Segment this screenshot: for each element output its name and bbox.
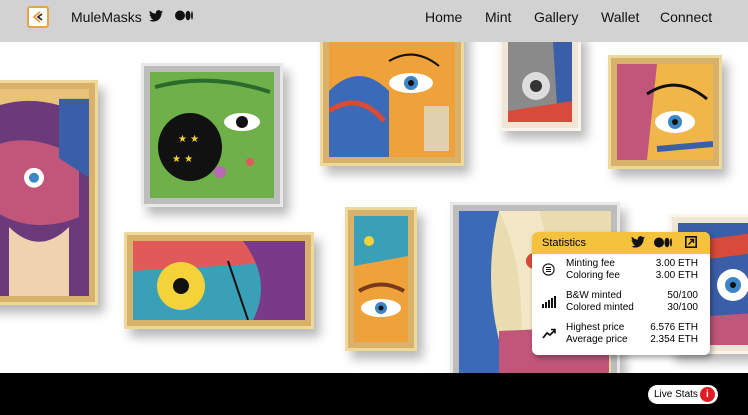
artwork-image	[617, 64, 713, 160]
nav-home[interactable]: Home	[425, 9, 462, 25]
logo-icon	[32, 11, 43, 23]
artwork-frame[interactable]	[608, 55, 722, 169]
stat-label: Minting fee	[566, 258, 615, 269]
list-icon	[542, 263, 555, 276]
stat-label: Coloring fee	[566, 270, 620, 281]
brand-name[interactable]: MuleMasks	[71, 9, 142, 25]
twitter-icon[interactable]	[149, 10, 163, 22]
artwork-image	[0, 89, 89, 296]
stat-label: Colored minted	[566, 302, 634, 313]
artwork-image	[354, 216, 408, 342]
artwork-frame[interactable]	[0, 80, 98, 305]
artwork-frame[interactable]	[499, 42, 581, 131]
stat-label: B&W minted	[566, 290, 622, 301]
artwork-frame[interactable]	[124, 232, 314, 329]
footer-bar	[0, 373, 748, 415]
external-link-icon[interactable]	[685, 236, 697, 248]
stat-value: 3.00 ETH	[655, 258, 698, 269]
stat-value: 50/100	[667, 290, 698, 301]
statistics-header: Statistics	[532, 232, 710, 254]
stat-value: 6.576 ETH	[650, 322, 698, 333]
artwork-image: ★ ★ ★ ★	[150, 72, 274, 198]
stat-value: 2.354 ETH	[650, 334, 698, 345]
nav-gallery[interactable]: Gallery	[534, 9, 578, 25]
twitter-icon[interactable]	[631, 236, 645, 248]
info-badge-icon: i	[699, 387, 715, 402]
artwork-frame[interactable]: ★ ★ ★ ★	[141, 63, 283, 207]
trend-up-icon	[542, 328, 556, 339]
artwork-image	[329, 42, 455, 157]
statistics-title: Statistics	[542, 237, 587, 249]
svg-text:★ ★: ★ ★	[172, 154, 193, 165]
live-stats-label: Live Stats	[654, 389, 698, 400]
nav-wallet[interactable]: Wallet	[601, 9, 639, 25]
medium-icon[interactable]	[654, 237, 672, 248]
nav-connect[interactable]: Connect	[660, 9, 712, 25]
stat-label: Highest price	[566, 322, 625, 333]
stat-value: 30/100	[667, 302, 698, 313]
medium-icon[interactable]	[175, 10, 193, 21]
artwork-image	[133, 241, 305, 320]
live-stats-button[interactable]: Live Stats i	[648, 385, 718, 404]
artwork-frame[interactable]	[345, 207, 417, 351]
artwork-frame[interactable]	[320, 42, 464, 166]
top-bar: MuleMasks Home Mint Gallery Wallet Conne…	[0, 0, 748, 42]
nav-mint[interactable]: Mint	[485, 9, 511, 25]
logo[interactable]	[27, 6, 49, 28]
statistics-panel: Statistics Minting fee 3.00 ETH Coloring…	[532, 232, 710, 355]
stat-value: 3.00 ETH	[655, 270, 698, 281]
stat-label: Average price	[566, 334, 628, 345]
artwork-image	[508, 42, 572, 122]
bar-signal-icon	[542, 296, 556, 308]
svg-text:★ ★: ★ ★	[178, 134, 199, 145]
